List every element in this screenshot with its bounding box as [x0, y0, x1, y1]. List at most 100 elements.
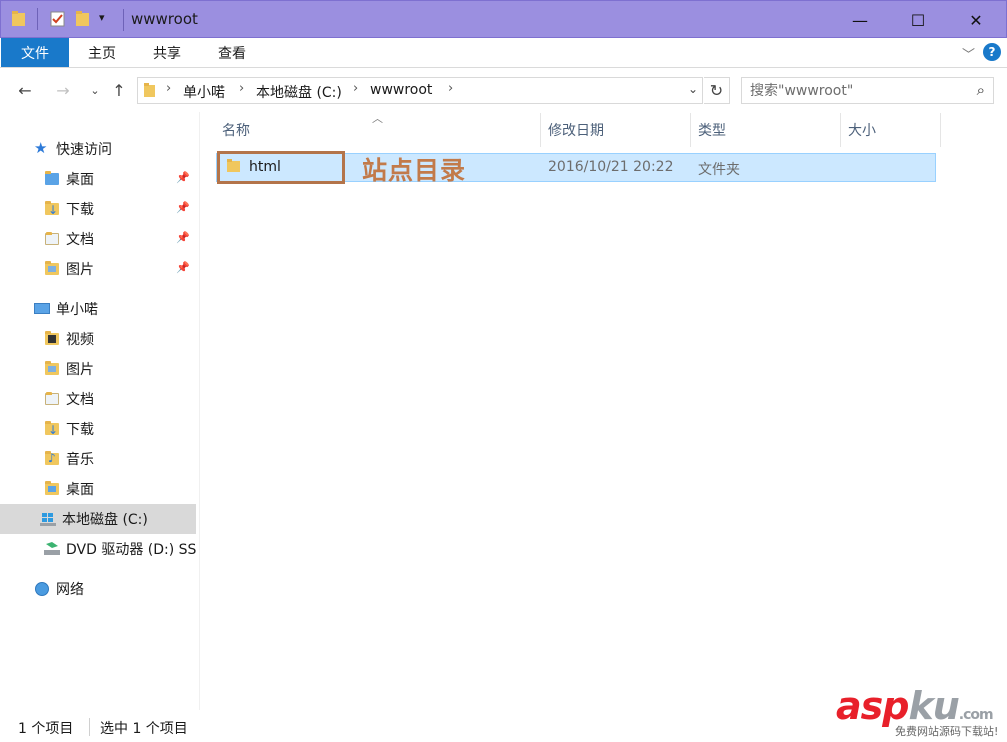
- desktop-folder-icon: [44, 171, 60, 187]
- refresh-button[interactable]: ↻: [704, 77, 730, 104]
- download-folder-icon: ↓: [44, 421, 60, 437]
- sidebar-item-network[interactable]: 网络: [0, 574, 196, 604]
- tab-home[interactable]: 主页: [72, 38, 132, 67]
- videos-folder-icon: [44, 331, 60, 347]
- close-icon: ✕: [969, 10, 983, 30]
- sidebar-item-downloads[interactable]: ↓ 下载 📌: [0, 194, 196, 224]
- search-box[interactable]: ⌕: [741, 77, 994, 104]
- forward-button[interactable]: →: [52, 79, 74, 101]
- status-separator: [89, 718, 90, 736]
- sidebar-item-label: 桌面: [66, 482, 94, 498]
- sidebar-item-pictures-pc[interactable]: 图片: [0, 354, 196, 384]
- column-header-name[interactable]: 名称: [214, 113, 541, 147]
- sidebar-item-label: 快速访问: [56, 142, 112, 158]
- annotation-highlight-box: [217, 151, 345, 184]
- watermark-domain: .com: [958, 707, 994, 723]
- sidebar-item-videos[interactable]: 视频: [0, 324, 196, 354]
- sidebar-item-local-disk[interactable]: 本地磁盘 (C:): [0, 504, 196, 534]
- properties-icon[interactable]: [49, 10, 67, 30]
- breadcrumb-wwwroot[interactable]: wwwroot: [370, 82, 432, 98]
- window-title: wwwroot: [131, 10, 198, 28]
- sidebar-item-downloads-pc[interactable]: ↓ 下载: [0, 414, 196, 444]
- sidebar-item-label: 文档: [66, 392, 94, 408]
- sidebar-item-label: 下载: [66, 202, 94, 218]
- navigation-pane: ★ 快速访问 桌面 📌 ↓ 下载 📌 文档 📌 图片 📌 单小喏 视频 图片 文…: [0, 112, 200, 710]
- sidebar-item-documents-pc[interactable]: 文档: [0, 384, 196, 414]
- expand-ribbon-icon[interactable]: ﹀: [962, 44, 975, 63]
- sidebar-item-pictures[interactable]: 图片 📌: [0, 254, 196, 284]
- sidebar-item-label: DVD 驱动器 (D:) SS: [66, 542, 196, 558]
- annotation-label: 站点目录: [362, 156, 467, 185]
- pin-icon[interactable]: 📌: [176, 231, 190, 244]
- selected-count: 选中 1 个项目: [100, 721, 188, 737]
- recent-locations-button[interactable]: ⌄: [84, 79, 106, 101]
- pin-icon[interactable]: 📌: [176, 201, 190, 214]
- back-button[interactable]: ←: [14, 79, 36, 101]
- tab-share[interactable]: 共享: [137, 38, 197, 67]
- search-icon[interactable]: ⌕: [977, 81, 985, 99]
- sidebar-item-label: 单小喏: [56, 302, 98, 318]
- watermark-logo: aspku.com: [836, 684, 994, 728]
- sidebar-item-label: 网络: [56, 582, 84, 598]
- breadcrumb-chevron-icon[interactable]: ›: [239, 81, 244, 96]
- watermark-ku: ku: [908, 684, 959, 728]
- sidebar-item-desktop[interactable]: 桌面 📌: [0, 164, 196, 194]
- sidebar-item-label: 本地磁盘 (C:): [62, 512, 148, 528]
- watermark-subtitle: 免费网站源码下载站!: [895, 723, 999, 739]
- new-folder-icon[interactable]: [75, 10, 91, 30]
- sidebar-item-this-pc[interactable]: 单小喏: [0, 294, 196, 324]
- dvd-drive-icon: [44, 541, 60, 557]
- pictures-folder-icon: [44, 361, 60, 377]
- breadcrumb-chevron-icon[interactable]: ›: [448, 81, 453, 96]
- address-dropdown-icon[interactable]: ⌄: [688, 82, 698, 96]
- windows-drive-icon: [40, 511, 56, 527]
- documents-folder-icon: [44, 231, 60, 247]
- address-bar[interactable]: › 单小喏 › 本地磁盘 (C:) › wwwroot › ⌄: [137, 77, 703, 104]
- star-icon: ★: [34, 139, 48, 157]
- up-button[interactable]: ↑: [108, 79, 130, 101]
- help-icon[interactable]: ?: [983, 43, 1001, 61]
- pictures-folder-icon: [44, 261, 60, 277]
- pin-icon[interactable]: 📌: [176, 261, 190, 274]
- pane-splitter[interactable]: [199, 112, 200, 710]
- breadcrumb-local-disk[interactable]: 本地磁盘 (C:): [256, 82, 342, 102]
- sidebar-item-documents[interactable]: 文档 📌: [0, 224, 196, 254]
- pin-icon[interactable]: 📌: [176, 171, 190, 184]
- file-modified: 2016/10/21 20:22: [548, 159, 674, 175]
- minimize-icon: —: [852, 10, 868, 30]
- sidebar-item-music[interactable]: ♪ 音乐: [0, 444, 196, 474]
- arrow-left-icon: ←: [18, 80, 32, 100]
- breadcrumb-chevron-icon[interactable]: ›: [353, 81, 358, 96]
- maximize-button[interactable]: ☐: [889, 1, 947, 39]
- tab-view[interactable]: 查看: [202, 38, 262, 67]
- close-button[interactable]: ✕: [947, 1, 1005, 39]
- tab-file[interactable]: 文件: [1, 38, 69, 67]
- sidebar-item-quick-access[interactable]: ★ 快速访问: [0, 134, 196, 164]
- sidebar-item-label: 桌面: [66, 172, 94, 188]
- sidebar-item-label: 图片: [66, 262, 94, 278]
- column-header-size[interactable]: 大小: [840, 113, 941, 147]
- sidebar-item-label: 图片: [66, 362, 94, 378]
- customize-toolbar-icon[interactable]: ▾: [99, 11, 105, 31]
- sidebar-item-label: 音乐: [66, 452, 94, 468]
- breadcrumb-this-pc[interactable]: 单小喏: [183, 82, 225, 102]
- sidebar-item-label: 视频: [66, 332, 94, 348]
- column-header-modified[interactable]: 修改日期: [540, 113, 691, 147]
- sidebar-item-label: 下载: [66, 422, 94, 438]
- arrow-up-icon: ↑: [112, 80, 126, 100]
- column-header-type[interactable]: 类型: [690, 113, 841, 147]
- title-separator: [123, 9, 124, 31]
- minimize-button[interactable]: —: [831, 1, 889, 39]
- folder-icon: [11, 10, 27, 30]
- chevron-down-icon: ⌄: [90, 83, 100, 97]
- sidebar-item-dvd-drive[interactable]: DVD 驱动器 (D:) SS: [0, 534, 196, 564]
- breadcrumb-chevron-icon[interactable]: ›: [166, 81, 171, 96]
- sidebar-item-desktop-pc[interactable]: 桌面: [0, 474, 196, 504]
- refresh-icon: ↻: [709, 81, 724, 100]
- network-icon: [34, 581, 50, 597]
- search-input[interactable]: [750, 81, 960, 101]
- desktop-folder-icon: [44, 481, 60, 497]
- arrow-right-icon: →: [56, 80, 70, 100]
- sidebar-item-label: 文档: [66, 232, 94, 248]
- watermark-asp: asp: [836, 684, 909, 728]
